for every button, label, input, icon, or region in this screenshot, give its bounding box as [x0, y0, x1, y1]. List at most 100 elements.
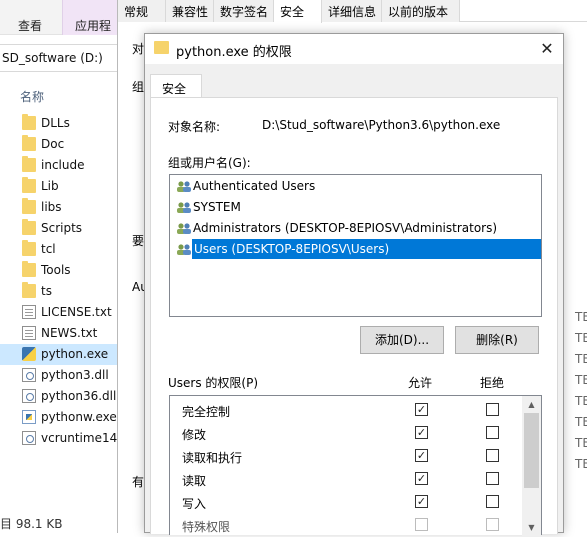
- deny-checkbox[interactable]: [486, 449, 499, 462]
- size-fragment: TB: [575, 415, 587, 429]
- ribbon-tab-view[interactable]: 查看: [18, 17, 42, 34]
- deny-checkbox[interactable]: [486, 426, 499, 439]
- scroll-down-icon[interactable]: ▼: [522, 519, 541, 536]
- allow-checkbox[interactable]: ✓: [415, 403, 428, 416]
- file-name: python.exe: [41, 347, 109, 361]
- folder-icon: [22, 282, 36, 298]
- user-item-users[interactable]: Users (DESKTOP-8EPIOSV\Users): [172, 239, 541, 260]
- dialog-title-bar[interactable]: python.exe 的权限 ✕: [145, 34, 563, 64]
- file-row-license[interactable]: LICENSE.txt: [0, 302, 118, 323]
- properties-advanced-hint-fragment: 有: [132, 475, 145, 489]
- permission-row-full-control: 完全控制 ✓: [170, 399, 520, 422]
- user-group-icon: [177, 181, 191, 192]
- tab-general[interactable]: 常规: [118, 0, 166, 22]
- allow-checkbox[interactable]: ✓: [415, 495, 428, 508]
- allow-checkbox[interactable]: ✓: [415, 449, 428, 462]
- user-name: Authenticated Users: [193, 179, 316, 193]
- allow-checkbox: [415, 518, 428, 531]
- permission-name: 修改: [182, 428, 207, 442]
- deny-checkbox[interactable]: [486, 495, 499, 508]
- file-name: Tools: [41, 263, 71, 277]
- file-name: python3.dll: [41, 368, 109, 382]
- allow-checkbox[interactable]: ✓: [415, 472, 428, 485]
- deny-column-header: 拒绝: [480, 376, 505, 390]
- tab-previous-versions[interactable]: 以前的版本: [382, 0, 460, 22]
- remove-button[interactable]: 删除(R): [455, 326, 539, 354]
- file-row-dlls[interactable]: DLLs: [0, 113, 118, 134]
- tab-security[interactable]: 安全: [150, 74, 202, 98]
- properties-tab-bar: 常规 兼容性 数字签名 安全 详细信息 以前的版本: [118, 0, 587, 23]
- folder-icon: [22, 156, 36, 172]
- size-fragment: TB: [575, 394, 587, 408]
- column-header-name[interactable]: 名称: [20, 88, 44, 105]
- file-row-libs[interactable]: libs: [0, 197, 118, 218]
- user-item-system[interactable]: SYSTEM: [172, 197, 541, 218]
- status-bar-size: 目 98.1 KB: [0, 517, 63, 531]
- folder-icon: [154, 41, 169, 54]
- close-icon[interactable]: ✕: [535, 37, 559, 61]
- folder-icon: [22, 114, 36, 130]
- file-row-vcruntime[interactable]: vcruntime14: [0, 428, 118, 449]
- address-bar[interactable]: SD_software (D:): [0, 44, 118, 72]
- tab-details[interactable]: 详细信息: [322, 0, 382, 22]
- size-fragment: TB: [575, 373, 587, 387]
- file-row-scripts[interactable]: Scripts: [0, 218, 118, 239]
- deny-checkbox[interactable]: [486, 472, 499, 485]
- size-fragment: TB: [575, 310, 587, 324]
- object-name-label: 对象名称:: [168, 120, 221, 134]
- user-item-administrators[interactable]: Administrators (DESKTOP-8EPIOSV\Administ…: [172, 218, 541, 239]
- file-row-news[interactable]: NEWS.txt: [0, 323, 118, 344]
- file-row-lib[interactable]: Lib: [0, 176, 118, 197]
- permission-row-read-execute: 读取和执行 ✓: [170, 445, 520, 468]
- file-row-include[interactable]: include: [0, 155, 118, 176]
- file-row-ts[interactable]: ts: [0, 281, 118, 302]
- file-name: ts: [41, 284, 52, 298]
- text-file-icon: [22, 326, 36, 340]
- folder-icon: [22, 240, 36, 256]
- allow-column-header: 允许: [408, 376, 433, 390]
- file-row-python-exe[interactable]: python.exe: [0, 344, 118, 365]
- ribbon-tabs: 查看 应用程: [0, 0, 120, 35]
- permission-name: 完全控制: [182, 405, 231, 419]
- permissions-dialog: python.exe 的权限 ✕ 安全 对象名称: D:\Stud_softwa…: [144, 33, 564, 536]
- folder-icon: [22, 261, 36, 277]
- user-group-icon: [177, 223, 191, 234]
- add-button[interactable]: 添加(D)...: [360, 326, 444, 354]
- deny-checkbox: [486, 518, 499, 531]
- users-listbox[interactable]: Authenticated Users SYSTEM Administrator…: [169, 174, 542, 317]
- folder-icon: [22, 219, 36, 235]
- tab-security[interactable]: 安全: [274, 0, 322, 23]
- ribbon-tab-application-tools[interactable]: 应用程: [62, 0, 120, 35]
- file-row-tcl[interactable]: tcl: [0, 239, 118, 260]
- file-name: pythonw.exe: [41, 410, 117, 424]
- size-fragment: TB: [575, 436, 587, 450]
- file-name: Scripts: [41, 221, 83, 235]
- permission-name: 读取: [182, 474, 207, 488]
- scrollbar-thumb[interactable]: [524, 413, 539, 488]
- file-row-tools[interactable]: Tools: [0, 260, 118, 281]
- permissions-scrollbar[interactable]: ▲ ▼: [522, 396, 541, 536]
- file-name: python36.dll: [41, 389, 117, 403]
- file-row-doc[interactable]: Doc: [0, 134, 118, 155]
- allow-checkbox[interactable]: ✓: [415, 426, 428, 439]
- file-row-python36-dll[interactable]: python36.dll: [0, 386, 118, 407]
- file-name: include: [41, 158, 85, 172]
- tab-compatibility[interactable]: 兼容性: [166, 0, 214, 22]
- permission-name: 写入: [182, 497, 207, 511]
- scroll-up-icon[interactable]: ▲: [522, 396, 541, 413]
- file-row-python3-dll[interactable]: python3.dll: [0, 365, 118, 386]
- user-group-icon: [177, 244, 191, 255]
- file-row-pythonw-exe[interactable]: pythonw.exe: [0, 407, 118, 428]
- tab-digital-signatures[interactable]: 数字签名: [214, 0, 274, 22]
- python-exe-icon: [22, 347, 36, 361]
- file-name: vcruntime14: [41, 431, 118, 445]
- folder-icon: [22, 198, 36, 214]
- deny-checkbox[interactable]: [486, 403, 499, 416]
- file-name: LICENSE.txt: [41, 305, 112, 319]
- file-name: Lib: [41, 179, 59, 193]
- security-panel: 对象名称: D:\Stud_software\Python3.6\python.…: [150, 97, 558, 536]
- user-item-authenticated-users[interactable]: Authenticated Users: [172, 176, 541, 197]
- file-name: DLLs: [41, 116, 70, 130]
- file-name: Doc: [41, 137, 65, 151]
- user-name: SYSTEM: [193, 200, 241, 214]
